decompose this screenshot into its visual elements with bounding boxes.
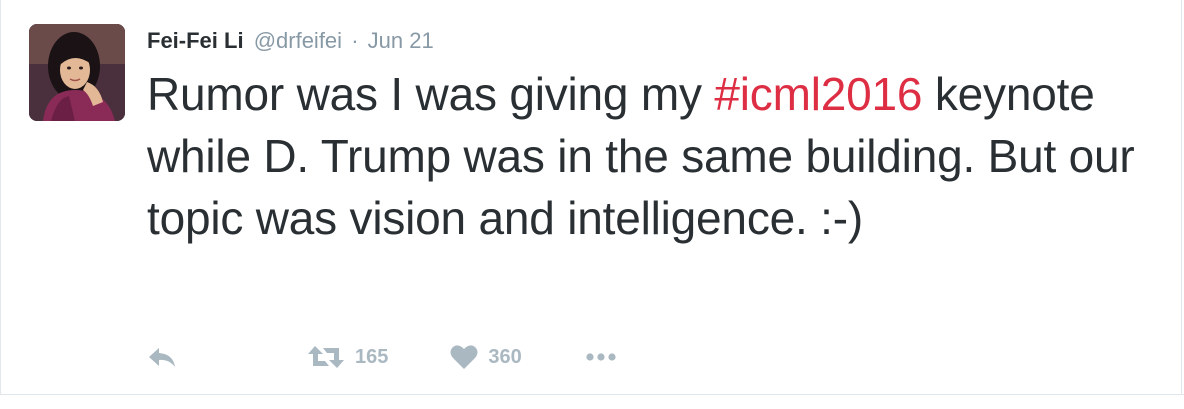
like-count: 360 <box>488 345 522 368</box>
avatar[interactable] <box>29 24 125 121</box>
retweet-icon <box>308 346 344 368</box>
like-button[interactable]: 360 <box>450 344 522 370</box>
tweet-text-before: Rumor was I was giving my <box>147 68 715 120</box>
tweet-card[interactable]: Fei-Fei Li @drfeifei · Jun 21 Rumor was … <box>0 0 1182 406</box>
tweet-header: Fei-Fei Li @drfeifei · Jun 21 <box>147 27 434 55</box>
author-username[interactable]: @drfeifei <box>254 28 342 53</box>
reply-button[interactable] <box>147 345 181 369</box>
next-tweet-border <box>0 394 1184 409</box>
tweet-text: Rumor was I was giving my #icml2016 keyn… <box>147 63 1147 249</box>
tweet-timestamp[interactable]: Jun 21 <box>368 28 434 53</box>
tweet-actions: 165 360 <box>147 340 616 374</box>
header-separator: · <box>351 28 359 53</box>
hashtag-link[interactable]: #icml2016 <box>714 68 922 120</box>
author-fullname[interactable]: Fei-Fei Li <box>147 28 244 53</box>
heart-icon <box>450 345 478 369</box>
retweet-count: 165 <box>355 345 389 368</box>
reply-icon <box>149 348 175 367</box>
avatar-image <box>29 24 125 121</box>
more-dots-icon <box>586 353 616 361</box>
more-button[interactable] <box>586 352 616 362</box>
retweet-button[interactable]: 165 <box>307 344 388 370</box>
